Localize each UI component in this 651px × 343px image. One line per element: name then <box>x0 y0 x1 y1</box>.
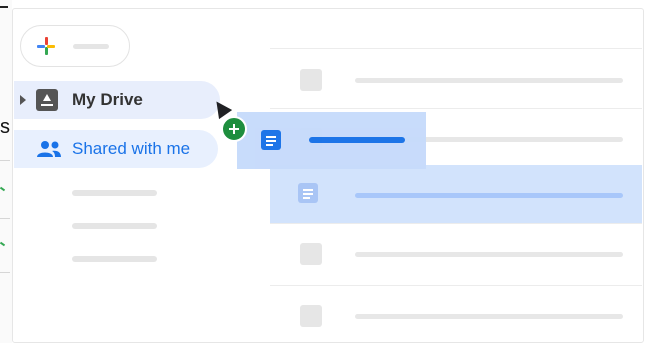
sidebar-item-shared-with-me[interactable]: Shared with me <box>14 130 218 168</box>
expand-caret-icon[interactable] <box>20 95 26 105</box>
file-row[interactable] <box>270 285 642 343</box>
file-name-placeholder <box>355 314 623 319</box>
file-icon-placeholder <box>300 243 322 265</box>
sidebar-placeholder <box>72 256 157 262</box>
drive-icon <box>36 89 58 111</box>
new-button[interactable] <box>20 25 130 67</box>
file-row-selected[interactable] <box>270 165 642 223</box>
background-divider <box>0 272 10 273</box>
doc-icon <box>261 130 281 150</box>
background-divider <box>0 160 10 161</box>
file-icon-placeholder <box>300 69 322 91</box>
file-icon-placeholder <box>300 305 322 327</box>
file-row[interactable] <box>270 50 642 108</box>
sidebar-placeholder <box>72 223 157 229</box>
background-page <box>0 0 12 343</box>
file-name-placeholder <box>355 78 623 83</box>
background-text-fragment: s <box>0 116 10 138</box>
colorful-plus-icon <box>37 37 55 55</box>
file-name-placeholder <box>355 193 623 198</box>
sidebar-item-label: Shared with me <box>72 139 191 158</box>
sidebar-placeholder <box>72 190 157 196</box>
people-icon <box>36 140 62 158</box>
dragged-file-name-placeholder <box>309 137 405 143</box>
doc-icon <box>298 183 318 203</box>
sidebar-item-label: My Drive <box>72 90 143 109</box>
sidebar-item-my-drive[interactable]: My Drive <box>14 81 220 119</box>
background-divider <box>0 218 10 219</box>
add-plus-icon <box>221 116 247 142</box>
file-row[interactable] <box>270 223 642 281</box>
file-name-placeholder <box>355 252 623 257</box>
new-button-label <box>73 44 109 49</box>
drag-ghost[interactable] <box>237 112 426 169</box>
background-divider <box>0 6 8 8</box>
